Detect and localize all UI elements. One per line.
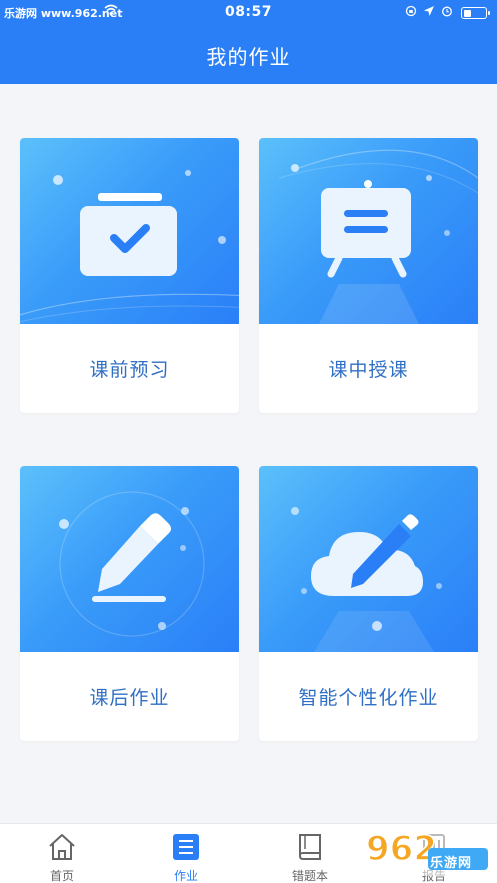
card-label: 课中授课 [328,359,409,381]
page-title: 我的作业 [206,44,291,69]
card-preview[interactable]: 课前预习 [20,138,239,413]
tab-mistake-book[interactable]: 错题本 [260,824,360,883]
tab-home[interactable]: 首页 [12,824,112,883]
briefcase-check-icon [80,193,177,276]
tab-label: 作业 [173,869,198,883]
card-in-class[interactable]: 课中授课 [259,138,478,413]
battery-icon [461,7,490,19]
alarm-icon [442,6,452,17]
tab-label: 首页 [49,869,74,883]
card-smart-homework[interactable]: 智能个性化作业 [259,466,478,741]
easel-board-icon [321,180,411,278]
watermark-text: 乐游网 [430,856,473,871]
card-banner [259,466,478,652]
orientation-lock-icon [405,5,417,17]
cloud-pencil-icon [311,514,423,596]
card-banner [20,466,239,652]
site-watermark: 962 乐游网 [360,818,492,880]
homework-list-icon [173,834,199,860]
tab-homework[interactable]: 作业 [136,824,236,883]
status-bar: 乐游网 www.962.net 08:57 [0,0,497,26]
card-label: 智能个性化作业 [298,687,439,709]
card-banner [20,138,239,324]
card-label: 课前预习 [89,359,170,381]
watermark-logo: 962 [360,826,492,876]
tab-label: 错题本 [291,869,328,883]
pencil-icon [92,513,171,602]
location-icon [424,6,434,16]
nav-bar: 我的作业 [0,26,497,84]
svg-text:962: 962 [366,829,437,869]
home-icon [49,834,75,860]
card-after-class[interactable]: 课后作业 [20,466,239,741]
card-label: 课后作业 [89,687,170,709]
book-icon [299,834,321,860]
card-banner [259,138,478,324]
